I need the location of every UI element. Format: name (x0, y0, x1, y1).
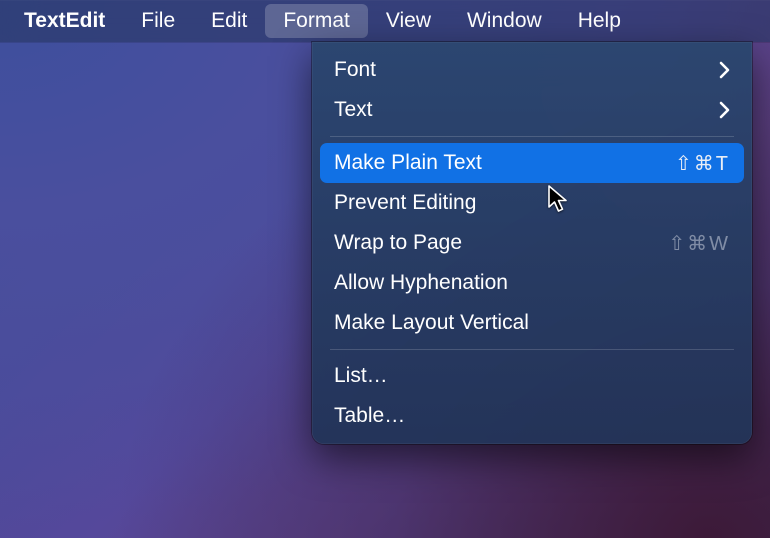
menubar-item-view[interactable]: View (368, 4, 449, 38)
menubar-app-name[interactable]: TextEdit (6, 4, 123, 38)
desktop: TextEdit File Edit Format View Window He… (0, 0, 770, 538)
menu-item-make-layout-vertical[interactable]: Make Layout Vertical (320, 303, 744, 343)
menu-item-make-plain-text[interactable]: Make Plain Text ⇧⌘T (320, 143, 744, 183)
menubar: TextEdit File Edit Format View Window He… (0, 0, 770, 42)
menubar-item-format[interactable]: Format (265, 4, 368, 38)
menu-item-text[interactable]: Text (320, 90, 744, 130)
menu-item-label: Make Plain Text (334, 151, 482, 175)
menu-item-wrap-to-page[interactable]: Wrap to Page ⇧⌘W (320, 223, 744, 263)
menu-divider (330, 349, 734, 350)
menubar-item-edit[interactable]: Edit (193, 4, 265, 38)
chevron-right-icon (719, 101, 730, 119)
menu-item-font[interactable]: Font (320, 50, 744, 90)
menu-item-label: Allow Hyphenation (334, 271, 508, 295)
format-menu-dropdown: Font Text Make Plain Text ⇧⌘T Prevent Ed… (312, 42, 752, 444)
menubar-item-help[interactable]: Help (560, 4, 639, 38)
menu-item-list[interactable]: List… (320, 356, 744, 396)
menu-item-label: List… (334, 364, 388, 388)
menu-item-table[interactable]: Table… (320, 396, 744, 436)
menu-item-label: Table… (334, 404, 405, 428)
menu-item-label: Make Layout Vertical (334, 311, 529, 335)
menu-item-shortcut: ⇧⌘T (675, 151, 730, 176)
menubar-item-file[interactable]: File (123, 4, 193, 38)
menubar-item-window[interactable]: Window (449, 4, 560, 38)
menu-item-allow-hyphenation[interactable]: Allow Hyphenation (320, 263, 744, 303)
menu-divider (330, 136, 734, 137)
menu-item-label: Font (334, 58, 376, 82)
menu-item-label: Wrap to Page (334, 231, 462, 255)
menu-item-prevent-editing[interactable]: Prevent Editing (320, 183, 744, 223)
menu-item-label: Prevent Editing (334, 191, 476, 215)
menu-item-shortcut: ⇧⌘W (668, 231, 730, 256)
chevron-right-icon (719, 61, 730, 79)
menu-item-label: Text (334, 98, 373, 122)
